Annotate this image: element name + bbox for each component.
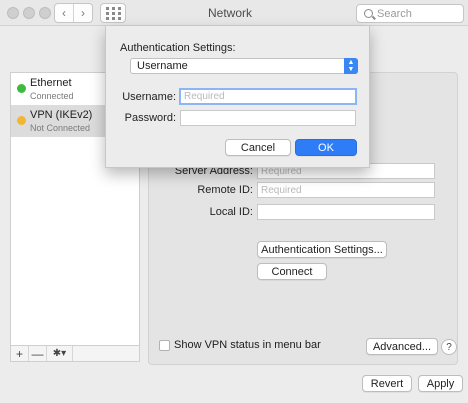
remote-id-label: Remote ID:	[197, 184, 253, 196]
back-button[interactable]: ‹	[55, 4, 73, 22]
title-bar: ‹ › Network	[0, 0, 468, 26]
service-list-toolbar: + — ✱▾	[10, 346, 140, 362]
cancel-button[interactable]: Cancel	[225, 139, 291, 156]
minimize-window-button[interactable]	[23, 7, 35, 19]
remote-id-field[interactable]	[257, 182, 435, 198]
local-id-field[interactable]	[257, 204, 435, 220]
service-name: VPN (IKEv2)	[30, 109, 93, 121]
authentication-settings-sheet: Authentication Settings: Username ▲ ▼ Use…	[105, 26, 370, 168]
authentication-settings-button[interactable]: Authentication Settings...	[257, 241, 387, 258]
authentication-method-select[interactable]: Username ▲ ▼	[130, 58, 358, 74]
search-input[interactable]	[377, 7, 459, 20]
nav-buttons: ‹ ›	[54, 3, 93, 23]
authentication-method-value: Username	[137, 60, 188, 72]
remove-service-button[interactable]: —	[29, 346, 47, 361]
sheet-title: Authentication Settings:	[120, 42, 236, 54]
show-all-grid-icon[interactable]	[100, 3, 126, 23]
service-status: Connected	[30, 91, 74, 101]
username-field[interactable]	[179, 88, 357, 105]
close-window-button[interactable]	[7, 7, 19, 19]
gear-icon[interactable]: ✱▾	[47, 346, 73, 361]
zoom-window-button[interactable]	[39, 7, 51, 19]
password-field[interactable]	[180, 110, 356, 126]
service-name: Ethernet	[30, 77, 72, 89]
search-box[interactable]	[356, 4, 464, 23]
local-id-label: Local ID:	[209, 206, 253, 218]
password-label: Password:	[124, 112, 176, 124]
ok-button[interactable]: OK	[295, 139, 357, 156]
add-service-button[interactable]: +	[11, 346, 29, 361]
connect-button[interactable]: Connect	[257, 263, 327, 280]
forward-button[interactable]: ›	[73, 4, 92, 22]
search-icon	[364, 9, 373, 18]
service-status: Not Connected	[30, 123, 91, 133]
username-label: Username:	[122, 91, 176, 103]
status-dot-icon	[17, 116, 26, 125]
help-button[interactable]: ?	[441, 339, 457, 355]
window-title: Network	[207, 6, 252, 20]
apply-button[interactable]: Apply	[418, 375, 463, 392]
advanced-button[interactable]: Advanced...	[366, 338, 438, 355]
show-vpn-status-label: Show VPN status in menu bar	[174, 339, 321, 351]
revert-button[interactable]: Revert	[362, 375, 412, 392]
show-vpn-status-checkbox[interactable]	[159, 340, 170, 351]
chevron-up-down-icon: ▲ ▼	[344, 58, 358, 74]
status-dot-icon	[17, 84, 26, 93]
